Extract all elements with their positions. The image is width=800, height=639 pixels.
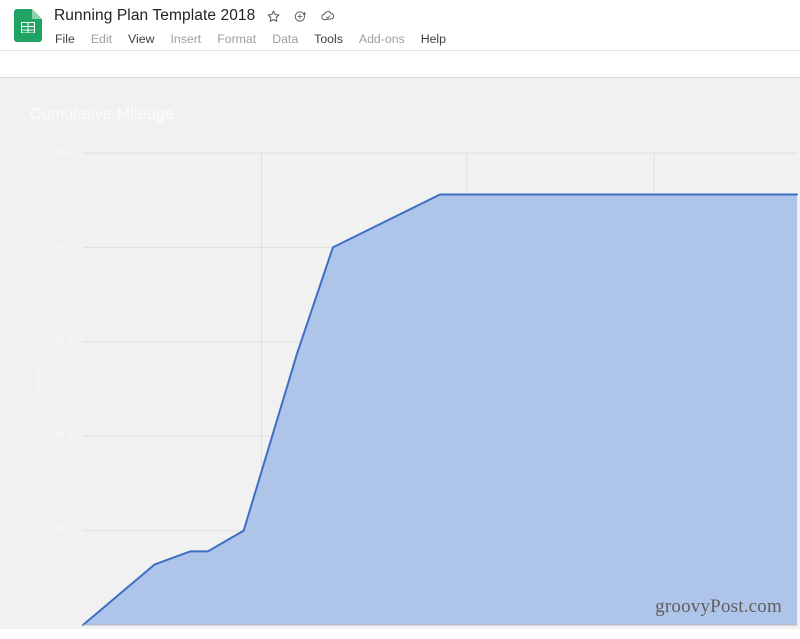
page-title[interactable]: Running Plan Template 2018: [54, 7, 255, 25]
bottom-strip: [0, 629, 800, 639]
toolbar-strip: [0, 51, 800, 78]
watermark: groovyPost.com: [655, 596, 782, 617]
add-to-drive-icon[interactable]: [292, 8, 309, 25]
chart-plot: [82, 152, 798, 626]
menu-item-format[interactable]: Format: [216, 32, 257, 46]
area-fill: [83, 194, 797, 625]
menu-bar: File Edit View Insert Format Data Tools …: [54, 29, 447, 48]
google-sheets-window: Running Plan Template 2018 File Edit Vie…: [0, 0, 800, 639]
menu-item-tools[interactable]: Tools: [313, 32, 344, 46]
menu-item-help[interactable]: Help: [420, 32, 447, 46]
menu-item-file[interactable]: File: [54, 32, 76, 46]
menu-item-view[interactable]: View: [127, 32, 155, 46]
cloud-offline-icon[interactable]: [319, 8, 336, 25]
menu-item-insert[interactable]: Insert: [169, 32, 202, 46]
star-icon[interactable]: [265, 8, 282, 25]
menu-item-add-ons[interactable]: Add-ons: [358, 32, 406, 46]
app-header: Running Plan Template 2018 File Edit Vie…: [0, 0, 800, 50]
document-title-row: Running Plan Template 2018: [54, 5, 336, 27]
google-sheets-icon[interactable]: [14, 9, 42, 42]
menu-item-data[interactable]: Data: [271, 32, 299, 46]
menu-item-edit[interactable]: Edit: [90, 32, 113, 46]
chart-container[interactable]: Cumulative Mileage Mileage (mi) 0.0 25.0 5…: [0, 78, 800, 639]
